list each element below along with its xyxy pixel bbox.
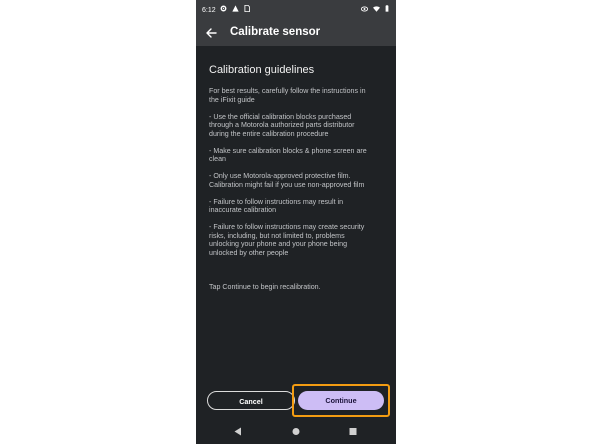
eye-icon <box>361 5 369 12</box>
status-left-icons <box>220 5 253 15</box>
home-circle-icon[interactable] <box>292 427 300 436</box>
page-title: Calibrate sensor <box>230 26 321 38</box>
guideline-item: - Failure to follow instructions may cre… <box>209 223 365 257</box>
guideline-outro: Tap Continue to begin recalibration. <box>209 282 321 291</box>
cancel-button[interactable]: Cancel <box>207 391 295 410</box>
gear-icon <box>220 5 227 12</box>
system-nav-bar <box>196 420 396 444</box>
guideline-item: - Make sure calibration blocks & phone s… <box>209 146 367 164</box>
status-time: 6:12 <box>202 7 216 14</box>
continue-button[interactable]: Continue <box>298 391 384 410</box>
guideline-item: - Only use Motorola-approved protective … <box>209 172 365 189</box>
warning-icon <box>232 5 239 12</box>
recents-square-icon[interactable] <box>349 427 357 436</box>
status-right-icons <box>361 5 392 15</box>
wifi-icon <box>373 5 381 12</box>
app-bar: Calibrate sensor <box>196 20 396 46</box>
back-triangle-icon[interactable] <box>234 427 242 436</box>
phone-screen: 6:12 Calibrate sensor Calibration guidel… <box>196 0 396 444</box>
arrow-left-icon[interactable] <box>205 27 217 39</box>
guideline-item: - Failure to follow instructions may res… <box>209 197 344 215</box>
sim-icon <box>244 5 250 12</box>
guideline-item: - Use the official calibration blocks pu… <box>209 112 355 138</box>
guidelines-list: For best results, carefully follow the i… <box>209 87 387 291</box>
status-bar: 6:12 <box>196 0 396 20</box>
guidelines-heading: Calibration guidelines <box>209 64 315 76</box>
battery-icon <box>385 5 389 12</box>
guidelines-content: Calibration guidelines For best results,… <box>209 46 387 300</box>
guideline-intro: For best results, carefully follow the i… <box>209 87 366 104</box>
